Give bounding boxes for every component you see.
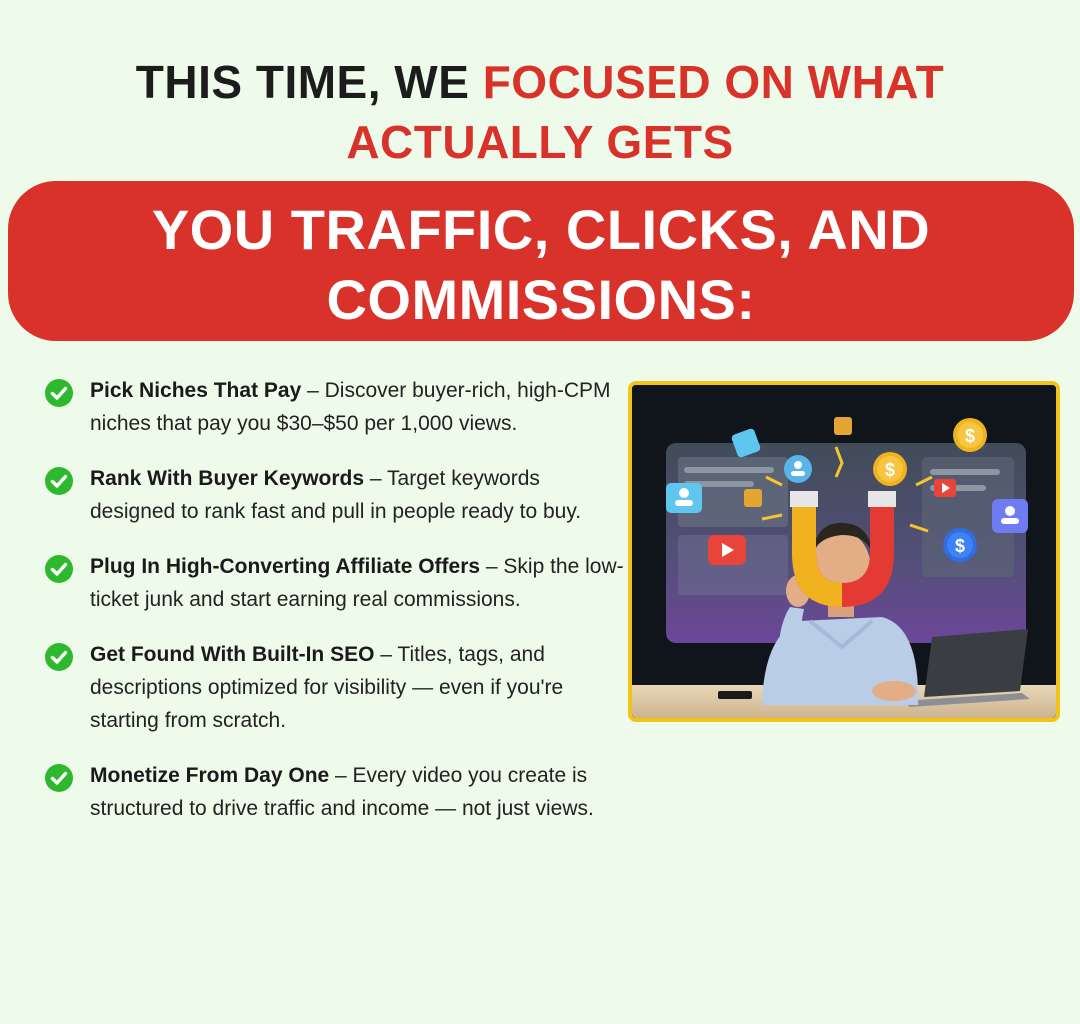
headline-line-2: ACTUALLY GETS — [346, 116, 734, 168]
card-icon — [834, 417, 852, 435]
check-circle-icon — [45, 643, 73, 671]
hero-illustration: $ $ $ — [628, 381, 1060, 722]
dollar-coin-icon: $ — [953, 418, 987, 452]
card-icon — [744, 489, 762, 507]
feature-item: Plug In High-Converting Affiliate Offers… — [44, 550, 624, 616]
dollar-coin-icon: $ — [943, 528, 977, 562]
check-circle-icon — [45, 555, 73, 583]
feature-item: Pick Niches That Pay – Discover buyer-ri… — [44, 374, 624, 440]
feature-item: Rank With Buyer Keywords – Target keywor… — [44, 462, 624, 528]
red-banner: YOU TRAFFIC, CLICKS, AND COMMISSIONS: — [8, 181, 1074, 341]
headline-red-text: FOCUSED ON WHAT — [482, 56, 945, 108]
play-button-icon — [708, 535, 746, 565]
dollar-coin-icon: $ — [873, 452, 907, 486]
check-circle-icon — [45, 379, 73, 407]
feature-title: Monetize From Day One — [90, 764, 330, 787]
illustration-canvas: $ $ $ — [632, 385, 1056, 718]
feature-item: Monetize From Day One – Every video you … — [44, 759, 624, 825]
feature-title: Rank With Buyer Keywords — [90, 467, 365, 490]
dollar-symbol: $ — [965, 426, 975, 446]
feature-title: Get Found With Built-In SEO — [90, 643, 375, 666]
feature-item: Get Found With Built-In SEO – Titles, ta… — [44, 638, 624, 737]
headline-line-1: THIS TIME, WE FOCUSED ON WHAT — [0, 52, 1080, 112]
check-circle-icon — [45, 467, 73, 495]
banner-line-1: YOU TRAFFIC, CLICKS, AND — [151, 198, 931, 261]
headline-dark-text: THIS TIME, WE — [135, 56, 483, 108]
phone — [718, 691, 752, 699]
user-profile-icon — [666, 483, 702, 513]
check-circle-icon — [45, 764, 73, 792]
dollar-symbol: $ — [955, 536, 965, 556]
banner-line-2: COMMISSIONS: — [326, 268, 756, 331]
feature-list: Pick Niches That Pay – Discover buyer-ri… — [44, 374, 624, 847]
play-button-icon — [934, 479, 956, 497]
headline: THIS TIME, WE FOCUSED ON WHAT ACTUALLY G… — [0, 52, 1080, 172]
feature-title: Plug In High-Converting Affiliate Offers — [90, 555, 481, 578]
feature-title: Pick Niches That Pay — [90, 379, 302, 402]
user-profile-icon — [992, 499, 1028, 533]
user-profile-icon — [784, 455, 812, 483]
dollar-symbol: $ — [885, 460, 895, 480]
banner-text: YOU TRAFFIC, CLICKS, AND COMMISSIONS: — [8, 195, 1074, 335]
